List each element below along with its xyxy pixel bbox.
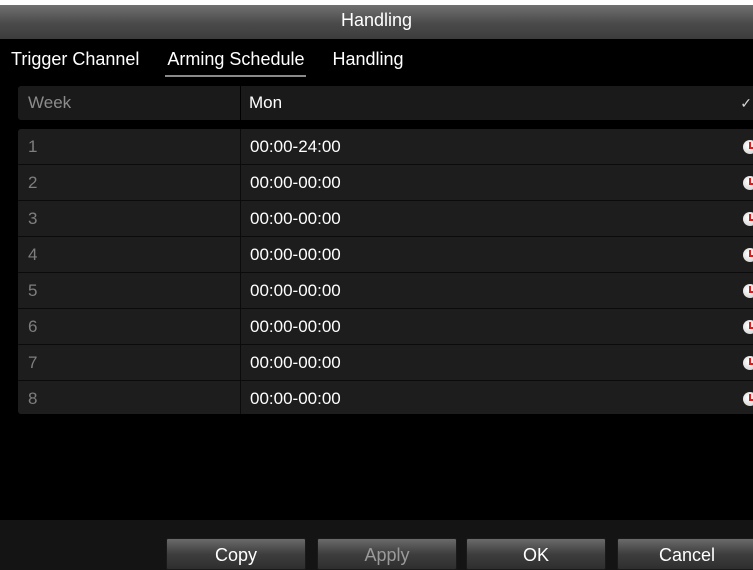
handling-dialog: Handling Trigger Channel Arming Schedule… [0,5,753,570]
table-row: 7 00:00-00:00 [18,345,753,381]
cancel-button[interactable]: Cancel [617,538,753,570]
copy-button[interactable]: Copy [166,538,306,570]
period-number: 6 [28,316,38,336]
clock-icon[interactable] [743,320,753,334]
table-row: 8 00:00-00:00 [18,381,753,414]
clock-icon[interactable] [743,284,753,298]
tab-handling[interactable]: Handling [332,49,403,72]
table-row: 3 00:00-00:00 [18,201,753,237]
clock-icon[interactable] [743,392,753,406]
tab-trigger-channel[interactable]: Trigger Channel [11,49,139,72]
period-time: 00:00-00:00 [240,309,753,344]
table-row: 2 00:00-00:00 [18,165,753,201]
period-number: 3 [28,208,38,228]
week-selector: Week Mon ✓ [18,86,753,120]
dialog-title: Handling [0,5,753,39]
schedule-table: 1 00:00-24:00 2 00:00-00:00 3 00:00-00:0… [18,129,753,414]
clock-icon[interactable] [743,140,753,154]
period-time: 00:00-00:00 [240,273,753,308]
clock-icon[interactable] [743,248,753,262]
period-time: 00:00-00:00 [240,201,753,236]
table-row: 1 00:00-24:00 [18,129,753,165]
table-row: 4 00:00-00:00 [18,237,753,273]
clock-icon[interactable] [743,356,753,370]
apply-button[interactable]: Apply [317,538,457,570]
period-time: 00:00-00:00 [240,381,753,414]
ok-button[interactable]: OK [466,538,606,570]
week-label: Week [28,93,72,112]
chevron-down-icon[interactable]: ✓ [740,95,752,112]
period-time: 00:00-00:00 [240,165,753,200]
period-time: 00:00-24:00 [240,129,753,164]
period-number: 8 [28,388,38,408]
period-number: 1 [28,136,38,156]
tab-bar: Trigger Channel Arming Schedule Handling [0,43,753,77]
table-row: 6 00:00-00:00 [18,309,753,345]
tab-arming-schedule[interactable]: Arming Schedule [165,49,307,77]
week-dropdown[interactable]: Mon ✓ [240,86,753,120]
period-time: 00:00-00:00 [240,237,753,272]
period-number: 7 [28,352,38,372]
week-value: Mon [249,93,283,112]
period-number: 5 [28,280,38,300]
period-number: 4 [28,244,38,264]
clock-icon[interactable] [743,176,753,190]
dialog-footer: Copy Apply OK Cancel [0,520,753,570]
clock-icon[interactable] [743,212,753,226]
table-row: 5 00:00-00:00 [18,273,753,309]
period-time: 00:00-00:00 [240,345,753,380]
period-number: 2 [28,172,38,192]
